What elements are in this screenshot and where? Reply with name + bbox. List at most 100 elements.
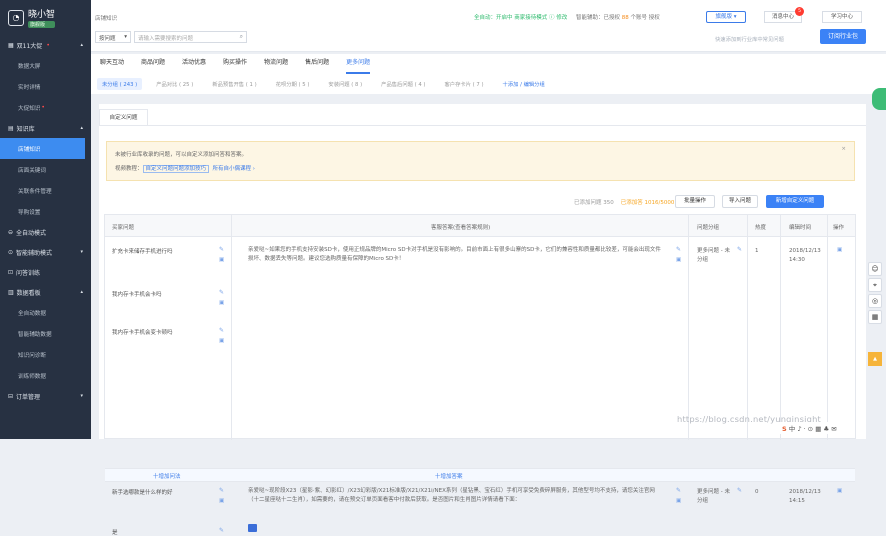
- edit-icon[interactable]: ✎: [219, 289, 224, 296]
- group-cell: 更多问题 - 未分组: [697, 489, 730, 504]
- sidebar-item-realtime[interactable]: 实时详情: [0, 76, 91, 97]
- chip-installment[interactable]: 花呗分期 ( 5 ): [271, 78, 315, 90]
- edit-icon[interactable]: ✎: [219, 246, 224, 253]
- training-icon: ⊡: [8, 268, 14, 276]
- new-question-button[interactable]: 新增自定义问题: [766, 195, 824, 208]
- sidebar-group-data[interactable]: ▥ 数据看板 ▴: [0, 282, 91, 302]
- delete-icon[interactable]: ▣: [219, 338, 224, 344]
- sidebar-group-assist[interactable]: ⊙ 智能辅助模式 ▾: [0, 242, 91, 262]
- import-button[interactable]: 导入问题: [722, 195, 758, 208]
- sidebar-item-auto-data[interactable]: 全自动数据: [0, 302, 91, 323]
- tab-promo[interactable]: 活动优惠: [182, 54, 206, 74]
- divider: [688, 215, 689, 440]
- category-tabs: 聊天互动 商品问题 活动优惠 购买操作 物流问题 售后问题 更多问题: [91, 54, 886, 74]
- brand-name: 晓小智: [28, 10, 56, 20]
- version-dropdown[interactable]: 旗舰版 ▾: [706, 11, 746, 23]
- time-cell: 2018/12/13 14:15: [789, 489, 821, 504]
- sogou-icon: S: [782, 425, 787, 433]
- video-tutorial-link[interactable]: 自定义问题问题添加技巧: [142, 165, 210, 173]
- sidebar-group-promo[interactable]: ▦ 双11大促 • ▴: [0, 35, 91, 55]
- delete-icon[interactable]: ▣: [219, 300, 224, 306]
- add-question-link[interactable]: 十增加问法: [153, 472, 181, 480]
- sidebar-group-label: 双11大促: [16, 42, 43, 50]
- chevron-up-icon: ▴: [80, 125, 83, 131]
- tab-custom-questions[interactable]: 自定义问题: [99, 109, 148, 125]
- auto-status: 全自动：开启中 商家接待模式 ⓘ 修改: [474, 15, 568, 21]
- chip-card[interactable]: 客户存卡片 ( 7 ): [440, 78, 489, 90]
- batch-ops-button[interactable]: 批量操作: [675, 195, 715, 208]
- chevron-down-icon: ▾: [124, 34, 127, 40]
- delete-icon[interactable]: ▣: [676, 498, 681, 504]
- chip-aftersale[interactable]: 产品售后问题 ( 4 ): [376, 78, 430, 90]
- tab-more[interactable]: 更多问题: [346, 54, 371, 74]
- search-icon[interactable]: ⌕: [240, 33, 243, 41]
- image-icon[interactable]: [248, 524, 257, 532]
- edit-icon[interactable]: ✎: [737, 487, 742, 494]
- sidebar-group-orders[interactable]: ⊟ 订单管理 ▾: [0, 386, 91, 406]
- subscribe-industry-button[interactable]: 订阅行业包: [820, 29, 866, 44]
- sidebar-item-conditions[interactable]: 关联条件管理: [0, 180, 91, 201]
- group-chips: 未分组 ( 243 ) 产品对比 ( 25 ) 新品预售开售 ( 1 ) 花呗分…: [91, 74, 886, 94]
- ime-toolbar: S 中 ♪ · ⊙ ▦ ♣ ✉: [780, 422, 839, 434]
- edit-icon[interactable]: ✎: [676, 246, 681, 253]
- location-icon[interactable]: ⌖: [868, 278, 882, 292]
- assist-tail[interactable]: 个账号 授权: [631, 15, 660, 21]
- edit-icon[interactable]: ✎: [219, 527, 224, 534]
- col-question: 买家问题: [112, 225, 135, 231]
- tab-purchase[interactable]: 购买操作: [223, 54, 247, 74]
- sidebar-item-diagnosis[interactable]: 知识问诊断: [0, 344, 91, 365]
- add-answer-link[interactable]: 十增加答案: [435, 472, 463, 480]
- sidebar-group-auto[interactable]: ⊖ 全自动模式: [0, 222, 91, 242]
- col-answer[interactable]: 客服答案(查看答案规则): [431, 223, 490, 231]
- chip-compare[interactable]: 产品对比 ( 25 ): [151, 78, 198, 90]
- search-type-select[interactable]: 按问题 ▾: [95, 31, 131, 43]
- notice-box: 未被行业库收录的问题，可以自定义添加问答和答案。 视频教程： 自定义问题问题添加技…: [106, 141, 855, 181]
- chip-install[interactable]: 安装问题 ( 8 ): [323, 78, 367, 90]
- close-icon[interactable]: ×: [841, 146, 846, 152]
- sidebar-item-label: 大促知识: [18, 105, 41, 112]
- sidebar-item-keywords[interactable]: 店面关键词: [0, 159, 91, 180]
- delete-icon[interactable]: ▣: [219, 498, 224, 504]
- chat-icon[interactable]: ◎: [868, 294, 882, 308]
- logo-icon: ◔: [8, 9, 24, 26]
- ime-text: 中 ♪ · ⊙ ▦ ♣ ✉: [788, 425, 837, 433]
- top-bar: 店铺知识 按问题 ▾ 请输入需要搜索的问题 ⌕ 全自动：开启中 商家接待模式 ⓘ 修…: [91, 0, 886, 52]
- tab-chat[interactable]: 聊天互动: [100, 54, 124, 74]
- delete-icon[interactable]: ▣: [837, 488, 842, 494]
- tab-product[interactable]: 商品问题: [141, 54, 165, 74]
- auto-icon: ⊖: [8, 228, 14, 236]
- delete-icon[interactable]: ▣: [219, 257, 224, 263]
- delete-icon[interactable]: ▣: [837, 247, 842, 253]
- edit-icon[interactable]: ✎: [219, 327, 224, 334]
- chip-ungrouped[interactable]: 未分组 ( 243 ): [97, 78, 143, 90]
- learning-center-button[interactable]: 学习中心: [822, 11, 862, 23]
- tab-logistics[interactable]: 物流问题: [264, 54, 288, 74]
- book-icon: ▤: [8, 124, 14, 132]
- all-courses-link[interactable]: 所有自小偶课程 ›: [213, 166, 255, 172]
- sidebar-item-assist-data[interactable]: 智能辅助数据: [0, 323, 91, 344]
- edit-icon[interactable]: ✎: [737, 246, 742, 253]
- search-input[interactable]: 请输入需要搜索的问题 ⌕: [134, 31, 247, 43]
- service-float-icon[interactable]: [872, 88, 886, 110]
- feedback-button[interactable]: ▲: [868, 352, 882, 366]
- delete-icon[interactable]: ▣: [676, 257, 681, 263]
- tab-aftersale[interactable]: 售后问题: [305, 54, 329, 74]
- edit-icon[interactable]: ✎: [219, 487, 224, 494]
- robot-icon[interactable]: ☺: [868, 262, 882, 276]
- sidebar-item-promo-knowledge[interactable]: 大促知识 •: [0, 97, 91, 118]
- chip-presale[interactable]: 新品预售开售 ( 1 ): [207, 78, 261, 90]
- sidebar-item-dashboard[interactable]: 数据大屏: [0, 55, 91, 76]
- sidebar-group-knowledge[interactable]: ▤ 知识库 ▴: [0, 118, 91, 138]
- sidebar-item-trainer[interactable]: 训练师数据: [0, 365, 91, 386]
- message-center-button[interactable]: 消息中心 5: [764, 7, 804, 23]
- sidebar-item-shop-knowledge[interactable]: 店铺知识: [0, 138, 85, 159]
- assist-status: 智能辅助：已授权: [576, 15, 621, 21]
- add-group-link[interactable]: 十添加 / 编辑分组: [498, 78, 550, 90]
- calendar-icon[interactable]: ▦: [868, 310, 882, 324]
- edit-icon[interactable]: ✎: [676, 487, 681, 494]
- sidebar-group-training[interactable]: ⊡ 问答训练: [0, 262, 91, 282]
- brand-logo[interactable]: ◔ 晓小智 旗舰版: [0, 0, 91, 35]
- col-group: 问题分组: [697, 225, 720, 231]
- sidebar-item-guide[interactable]: 导购设置: [0, 201, 91, 222]
- sidebar-group-label: 知识库: [16, 125, 35, 133]
